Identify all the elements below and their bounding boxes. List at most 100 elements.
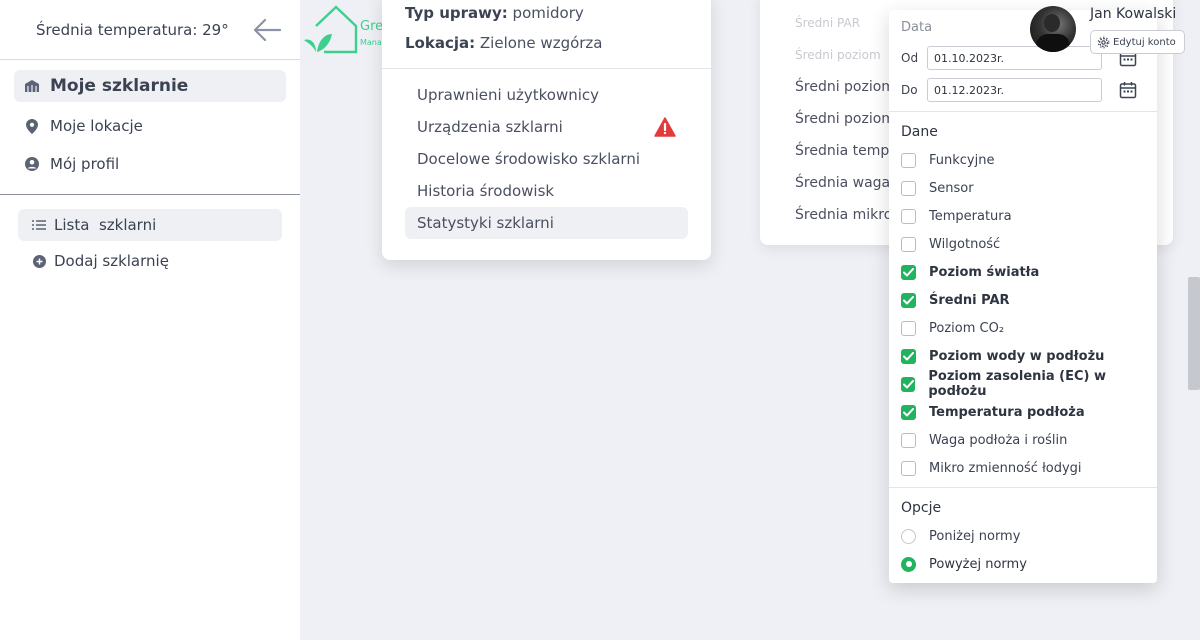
checkbox[interactable] (901, 208, 916, 224)
data-option[interactable]: Temperatura podłoża (901, 398, 1085, 426)
nav-my-locations[interactable]: Moje lokacje (14, 108, 286, 144)
link-target-environment[interactable]: Docelowe środowisko szklarni (405, 143, 688, 175)
data-option[interactable]: Waga podłoża i roślin (901, 426, 1067, 454)
statistics-filter-panel: Data Od Do Dane Funkcyjne Sensor Temperatu… (889, 10, 1157, 583)
check-icon (903, 351, 914, 360)
edit-account-button[interactable]: Edytuj konto (1090, 30, 1185, 54)
checkbox-checked[interactable] (901, 404, 916, 420)
sub-add-greenhouse[interactable]: Dodaj szklarnię (18, 245, 282, 277)
greenhouse-info: Typ uprawy: pomidory Lokacja: Zielone wz… (382, 0, 711, 69)
option-label: Mikro zmienność łodygi (929, 460, 1082, 476)
greenhouse-menu: Typ uprawy: pomidory Lokacja: Zielone wz… (382, 0, 711, 260)
option-label: Wilgotność (929, 236, 1001, 252)
data-option[interactable]: Poziom światła (901, 258, 1039, 286)
user-menu: Jan Kowalski Edytuj konto (1030, 4, 1200, 56)
link-label: Statystyki szklarni (417, 214, 554, 232)
data-option[interactable]: Poziom wody w podłożu (901, 342, 1104, 370)
data-option[interactable]: Wilgotność (901, 230, 1000, 258)
nav-my-greenhouses[interactable]: Moje szklarnie (14, 70, 286, 102)
radio-selected[interactable] (901, 556, 916, 572)
link-greenhouse-devices[interactable]: Urządzenia szklarni (405, 111, 688, 143)
checkbox-checked[interactable] (901, 376, 916, 392)
stat-label: Średnia tempe (795, 143, 898, 159)
option-label: Poziom wody w podłożu (929, 348, 1105, 364)
radio-option[interactable]: Powyżej normy (901, 550, 1027, 578)
date-to-input[interactable] (927, 78, 1102, 102)
options-section-title: Opcje (901, 500, 942, 516)
checkbox-checked[interactable] (901, 264, 916, 280)
data-option[interactable]: Mikro zmienność łodygi (901, 454, 1082, 482)
stat-label: Średnia mikro z (795, 207, 905, 223)
main-nav: Moje szklarnie Moje lokacje Mój profil (0, 60, 300, 195)
radio-label: Poniżej normy (929, 528, 1021, 544)
radio-option[interactable]: Poniżej normy (901, 522, 1020, 550)
sub-greenhouse-list[interactable]: Lista szklarni (18, 209, 282, 241)
option-label: Sensor (929, 180, 974, 196)
logo-text: Gre (360, 19, 384, 34)
location-pin-icon (24, 118, 40, 134)
checkbox-checked[interactable] (901, 292, 916, 308)
page-scrollbar[interactable] (1188, 277, 1200, 390)
link-environment-history[interactable]: Historia środowisk (405, 175, 688, 207)
plus-circle-icon (32, 254, 46, 268)
divider (889, 111, 1157, 112)
user-circle-icon (24, 156, 40, 172)
user-name: Jan Kowalski (1090, 6, 1177, 22)
checkbox[interactable] (901, 432, 916, 448)
nav-my-profile[interactable]: Mój profil (14, 146, 286, 182)
nav-label: Moje szklarnie (50, 76, 189, 96)
option-label: Średni PAR (929, 292, 1010, 308)
link-label: Urządzenia szklarni (417, 118, 563, 136)
gear-icon (1097, 36, 1110, 48)
list-icon (32, 218, 46, 232)
data-option[interactable]: Średni PAR (901, 286, 1010, 314)
checkbox[interactable] (901, 180, 916, 196)
sidebar-header: Średnia temperatura: 29° (0, 0, 300, 60)
stat-label: Średni poziom (795, 79, 895, 95)
sub-nav: Lista szklarni Dodaj szklarnię (0, 195, 300, 295)
option-label: Waga podłoża i roślin (929, 432, 1068, 448)
checkbox[interactable] (901, 320, 916, 336)
radio[interactable] (901, 528, 916, 544)
check-icon (903, 267, 914, 276)
link-label: Docelowe środowisko szklarni (417, 150, 641, 168)
data-option[interactable]: Temperatura (901, 202, 1012, 230)
crop-type-label: Typ uprawy: (405, 4, 508, 22)
crop-type-row: Typ uprawy: pomidory (405, 0, 688, 28)
checkbox[interactable] (901, 236, 916, 252)
nav-label: Moje lokacje (50, 117, 143, 135)
data-option[interactable]: Funkcyjne (901, 146, 994, 174)
back-arrow-icon[interactable] (252, 18, 282, 42)
check-icon (903, 407, 914, 416)
stat-label: Średni poziom (795, 48, 881, 62)
link-greenhouse-statistics[interactable]: Statystyki szklarni (405, 207, 688, 239)
date-from-label: Od (901, 51, 919, 65)
data-option[interactable]: Poziom zasolenia (EC) w podłożu (901, 369, 1157, 399)
sidebar: Średnia temperatura: 29° Moje szklarnie … (0, 0, 300, 640)
link-label: Historia środowisk (417, 182, 555, 200)
calendar-icon[interactable] (1119, 81, 1137, 99)
data-section-title: Dane (901, 124, 938, 140)
link-authorized-users[interactable]: Uprawnieni użytkownicy (405, 79, 688, 111)
logo-subtext: Mana (360, 38, 382, 47)
location-row: Lokacja: Zielone wzgórza (405, 28, 688, 58)
option-label: Temperatura podłoża (929, 404, 1085, 420)
checkbox-checked[interactable] (901, 348, 916, 364)
checkbox[interactable] (901, 152, 916, 168)
sub-label: Dodaj szklarnię (54, 252, 169, 270)
option-label: Poziom CO₂ (929, 320, 1005, 336)
date-to-row: Do (901, 78, 1137, 102)
greenhouse-icon (24, 78, 40, 94)
option-label: Temperatura (929, 208, 1012, 224)
avatar[interactable] (1030, 6, 1076, 52)
option-label: Poziom zasolenia (EC) w podłożu (928, 369, 1106, 399)
checkbox[interactable] (901, 460, 916, 476)
check-icon (902, 379, 914, 388)
location-value: Zielone wzgórza (479, 34, 603, 52)
divider (889, 487, 1157, 488)
location-label: Lokacja: (405, 34, 476, 52)
data-option[interactable]: Poziom CO₂ (901, 314, 1004, 342)
data-option[interactable]: Sensor (901, 174, 974, 202)
date-to-label: Do (901, 83, 918, 97)
nav-label: Mój profil (50, 155, 120, 173)
